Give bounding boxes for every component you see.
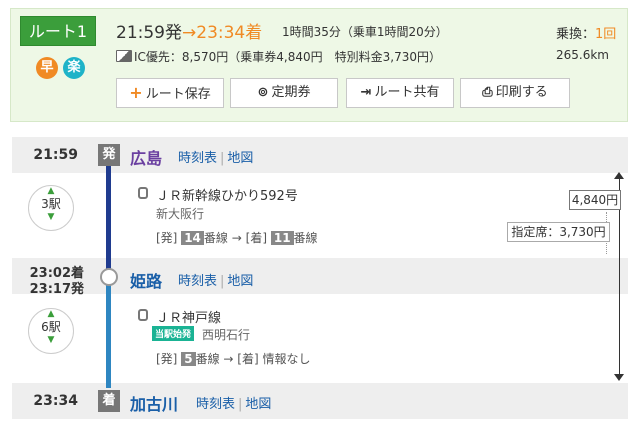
printer-icon: ⎙	[482, 85, 493, 100]
map-link[interactable]: 地図	[227, 274, 253, 289]
arrow: →	[182, 23, 197, 43]
arrow-down-icon	[614, 374, 624, 381]
distance: 265.6km	[556, 48, 609, 62]
route-times: 21:59発→23:34着	[116, 18, 262, 43]
chevron-up-icon: ▲	[47, 186, 55, 196]
train-name: ＪＲ神戸線	[156, 311, 222, 326]
arrive-tag: 着	[98, 390, 120, 412]
arrive-time: 23:34着	[196, 23, 263, 43]
save-route-button[interactable]: + ルート保存	[116, 78, 224, 108]
chevron-down-icon: ▼	[47, 335, 55, 345]
station-name[interactable]: 姫路	[130, 268, 162, 292]
commuter-pass-button[interactable]: ⊚ 定期券	[230, 78, 338, 108]
train-destination: 新大阪行	[156, 207, 205, 221]
timetable-link[interactable]: 時刻表	[178, 151, 217, 166]
reserved-seat-fare-box: 指定席：3,730円	[507, 222, 610, 242]
departure-time: 23:17発	[29, 282, 84, 297]
route-label-badge: ルート1	[20, 16, 96, 46]
share-icon: ⇥	[360, 85, 372, 100]
station-name[interactable]: 広島	[130, 145, 162, 169]
transfer-station-marker	[100, 268, 118, 286]
timetable-link[interactable]: 時刻表	[178, 274, 217, 289]
station-links: 時刻表 | 地図	[178, 274, 254, 289]
timetable-link[interactable]: 時刻表	[196, 397, 235, 412]
map-link[interactable]: 地図	[245, 397, 271, 412]
easiest-badge-icon: 楽	[63, 57, 85, 79]
transfer-label: 乗換：	[556, 27, 596, 42]
arrow-up-icon	[614, 172, 624, 179]
duration: 1時間35分（乗車1時間20分）	[282, 25, 448, 39]
station-links: 時刻表 | 地図	[196, 397, 272, 412]
platform-info: [発] 5 番線 → [着] 情報なし	[156, 352, 311, 366]
stop-count-badge[interactable]: ▲ 6駅 ▼	[28, 308, 74, 354]
chevron-down-icon: ▼	[47, 212, 55, 222]
stop-count-badge[interactable]: ▲ 3駅 ▼	[28, 185, 74, 231]
station-time: 23:34	[33, 393, 78, 409]
train-name: ＪＲ新幹線ひかり592号	[156, 189, 298, 204]
depart-time: 21:59発	[116, 23, 182, 43]
share-route-button[interactable]: ⇥ ルート共有	[346, 78, 454, 108]
ticket-fare-box: 4,840円	[569, 190, 621, 210]
transfer-count: 乗換：1回	[556, 23, 616, 42]
chevron-up-icon: ▲	[47, 309, 55, 319]
plus-icon: +	[129, 83, 143, 102]
map-link[interactable]: 地図	[227, 151, 253, 166]
print-button[interactable]: ⎙ 印刷する	[460, 78, 570, 108]
train-destination: 西明石行	[202, 328, 251, 342]
first-departure-badge: 当駅始発	[152, 326, 195, 341]
station-time: 21:59	[33, 147, 78, 163]
train-icon	[138, 309, 148, 321]
shinkansen-line-segment	[106, 160, 111, 270]
train-icon	[138, 187, 148, 199]
ic-card-icon	[116, 50, 132, 62]
pass-icon: ⊚	[257, 85, 269, 100]
depart-tag: 発	[98, 144, 120, 166]
fare-summary: IC優先：8,570円（乗車券4,840円 特別料金3,730円）	[116, 48, 441, 65]
fare-text: IC優先：8,570円（乗車券4,840円 特別料金3,730円）	[134, 50, 441, 64]
transfer-value: 1回	[595, 27, 617, 42]
fastest-badge-icon: 早	[36, 57, 58, 79]
platform-info: [発] 14 番線 → [着] 11 番線	[156, 231, 318, 245]
station-links: 時刻表 | 地図	[178, 151, 254, 166]
station-name[interactable]: 加古川	[130, 391, 178, 415]
kobe-line-segment	[106, 282, 111, 388]
